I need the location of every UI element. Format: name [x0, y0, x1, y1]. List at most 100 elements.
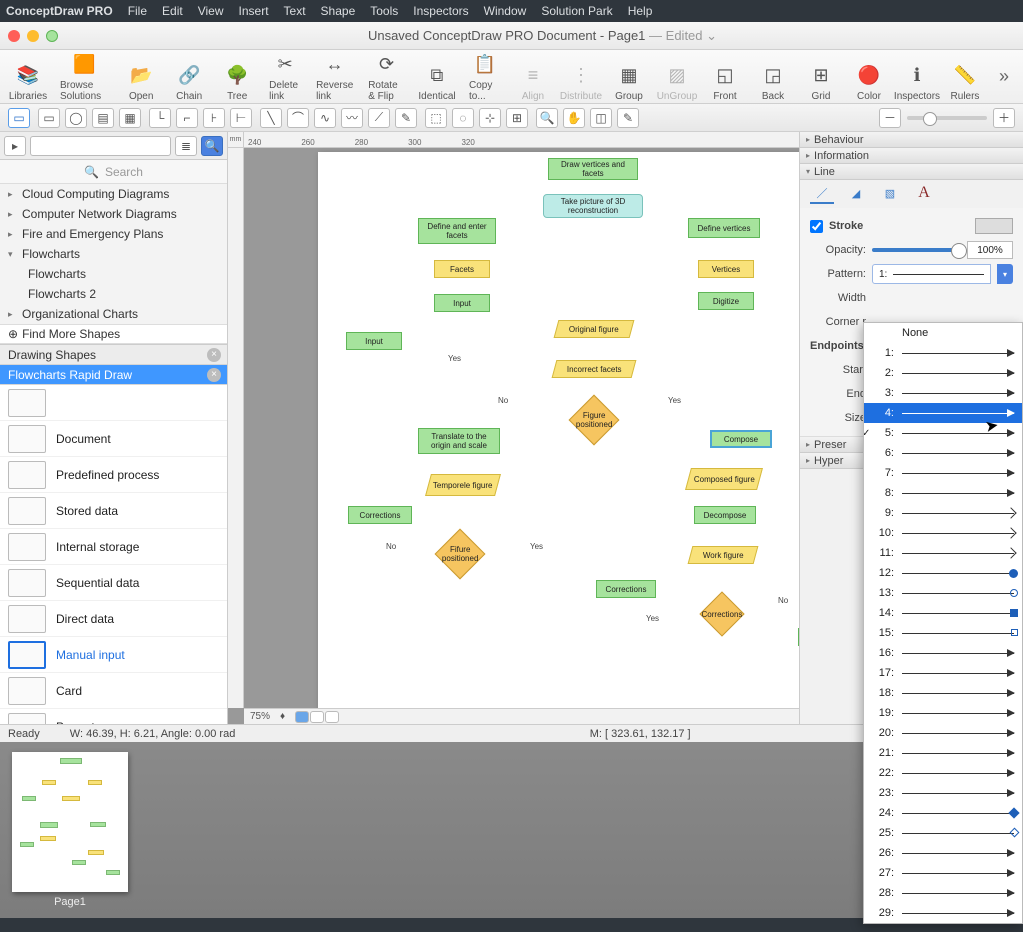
fc-node[interactable]: Vertices	[698, 260, 754, 278]
toolbar-reverse-link-button[interactable]: ↔Reverse link	[311, 52, 358, 102]
fc-node[interactable]: Input	[434, 294, 490, 312]
dropdown-option[interactable]: 6:	[864, 443, 1022, 463]
toolbar-front-button[interactable]: ◱Front	[703, 52, 747, 102]
table-tool-icon[interactable]: ▦	[119, 108, 141, 128]
shadow-tab-icon[interactable]: ▧	[878, 184, 902, 204]
menu-insert[interactable]: Insert	[239, 4, 269, 18]
toolbar-delete-link-button[interactable]: ✂Delete link	[263, 52, 307, 102]
dropdown-option[interactable]: 18:	[864, 683, 1022, 703]
library-list-icon[interactable]: ≣	[175, 136, 197, 156]
window-edited-indicator[interactable]: — Edited ⌄	[649, 28, 717, 43]
canvas-page[interactable]: Draw vertices and facets Take picture of…	[318, 152, 799, 712]
stroke-checkbox[interactable]	[810, 220, 823, 233]
menu-edit[interactable]: Edit	[162, 4, 183, 18]
tree-item[interactable]: ▸Organizational Charts	[0, 304, 227, 324]
fc-decision[interactable]: Figure positioned	[569, 395, 620, 446]
dropdown-option[interactable]: 17:	[864, 663, 1022, 683]
vertical-ruler[interactable]	[228, 148, 244, 708]
endpoint-dropdown[interactable]: None1:2:3:4:✓5:6:7:8:9:10:11:12:13:14:15…	[863, 322, 1023, 924]
fc-node[interactable]: Define and enter facets	[418, 218, 496, 244]
menu-tools[interactable]: Tools	[370, 4, 398, 18]
toolbar-identical-button[interactable]: ⧉Identical	[415, 52, 459, 102]
fc-node-selected[interactable]: Compose	[710, 430, 772, 448]
dropdown-option[interactable]: 21:	[864, 743, 1022, 763]
toolbar-inspectors-button[interactable]: ℹInspectors	[895, 52, 939, 102]
dropdown-option[interactable]: 16:	[864, 643, 1022, 663]
fill-tab-icon[interactable]: ◢	[844, 184, 868, 204]
fc-decision[interactable]: Corrections	[699, 591, 744, 636]
connector-tool-3-icon[interactable]: ⊦	[203, 108, 225, 128]
dropdown-option[interactable]: 23:	[864, 783, 1022, 803]
fc-node[interactable]: Digitize	[698, 292, 754, 310]
tree-item[interactable]: ▸Fire and Emergency Plans	[0, 224, 227, 244]
toolbar-overflow-button[interactable]: »	[991, 66, 1017, 87]
close-icon[interactable]: ×	[207, 348, 221, 362]
dropdown-option[interactable]: 1:	[864, 343, 1022, 363]
tree-item[interactable]: ▸Computer Network Diagrams	[0, 204, 227, 224]
dropdown-option[interactable]: 27:	[864, 863, 1022, 883]
connector-tool-2-icon[interactable]: ⌐	[176, 108, 198, 128]
close-icon[interactable]: ×	[207, 368, 221, 382]
fc-node[interactable]: Incorrect facets	[552, 360, 637, 378]
connector-tool-1-icon[interactable]: └	[149, 108, 171, 128]
dropdown-none[interactable]: None	[864, 323, 1022, 343]
inspector-behaviour-header[interactable]: ▸Behaviour	[800, 132, 1023, 148]
dropdown-option[interactable]: 29:	[864, 903, 1022, 923]
inspector-line-header[interactable]: ▾Line	[800, 164, 1023, 180]
dropdown-option[interactable]: 25:	[864, 823, 1022, 843]
fc-node[interactable]: Temporele figure	[425, 474, 501, 496]
library-search-icon[interactable]: 🔍	[201, 136, 223, 156]
toolbar-tree-button[interactable]: 🌳Tree	[215, 52, 259, 102]
fc-node[interactable]: Facets	[434, 260, 490, 278]
toolbar-color-button[interactable]: 🔴Color	[847, 52, 891, 102]
library-row[interactable]: Flowcharts Rapid Draw×	[0, 365, 227, 385]
shape-item[interactable]: Predefined process	[0, 457, 227, 493]
toolbar-copy-to--button[interactable]: 📋Copy to...	[463, 52, 507, 102]
fc-node[interactable]: Take picture of 3D reconstruction	[543, 194, 643, 218]
fc-node[interactable]: Translate to the origin and scale	[418, 428, 500, 454]
dropdown-option[interactable]: 24:	[864, 803, 1022, 823]
menu-shape[interactable]: Shape	[321, 4, 356, 18]
tree-item[interactable]: ▾Flowcharts	[0, 244, 227, 264]
shape-item[interactable]: Internal storage	[0, 529, 227, 565]
maximize-window-button[interactable]	[46, 30, 58, 42]
dropdown-option[interactable]: 3:	[864, 383, 1022, 403]
horizontal-ruler[interactable]: 240260280300320	[244, 132, 799, 148]
select-rect-tool-icon[interactable]: ⬚	[425, 108, 447, 128]
dropdown-option[interactable]: 28:	[864, 883, 1022, 903]
dropdown-option[interactable]: 11:	[864, 543, 1022, 563]
select-point-tool-icon[interactable]: ⊹	[479, 108, 501, 128]
pointer-tool-icon[interactable]: ▭	[8, 108, 30, 128]
toolbar-rotate-flip-button[interactable]: ⟳Rotate & Flip	[362, 52, 411, 102]
shape-item[interactable]: Paper tape	[0, 709, 227, 724]
dropdown-option[interactable]: 12:	[864, 563, 1022, 583]
line-tab-icon[interactable]: ／	[810, 184, 834, 204]
fc-node[interactable]: Original figure	[554, 320, 635, 338]
dropdown-option[interactable]: 15:	[864, 623, 1022, 643]
dropdown-option[interactable]: 10:	[864, 523, 1022, 543]
shape-item[interactable]: Stored data	[0, 493, 227, 529]
select-lasso-tool-icon[interactable]: ◌	[452, 108, 474, 128]
tree-item[interactable]: ▸Cloud Computing Diagrams	[0, 184, 227, 204]
menu-text[interactable]: Text	[284, 4, 306, 18]
pan-tool-icon[interactable]: ✋	[563, 108, 585, 128]
text-tool-icon[interactable]: ▤	[92, 108, 114, 128]
dropdown-option[interactable]: 8:	[864, 483, 1022, 503]
inspector-information-header[interactable]: ▸Information	[800, 148, 1023, 164]
bezier-tool-icon[interactable]: ⟋	[368, 108, 390, 128]
shape-item[interactable]: Document	[0, 421, 227, 457]
zoom-stepper-icon[interactable]: ♦	[280, 711, 285, 722]
fc-node[interactable]: Define vertices	[688, 218, 760, 238]
connector-tool-4-icon[interactable]: ⊢	[230, 108, 252, 128]
menu-solution-park[interactable]: Solution Park	[541, 4, 612, 18]
search-field[interactable]: 🔍 Search	[0, 160, 227, 184]
fc-node[interactable]: Draw vertices and facets	[548, 158, 638, 180]
dropdown-option[interactable]: 14:	[864, 603, 1022, 623]
fc-node[interactable]: Decompose	[694, 506, 756, 524]
fc-node[interactable]: Compose	[798, 628, 799, 646]
menu-inspectors[interactable]: Inspectors	[413, 4, 468, 18]
dropdown-option[interactable]: 22:	[864, 763, 1022, 783]
menu-view[interactable]: View	[198, 4, 224, 18]
toolbar-rulers-button[interactable]: 📏Rulers	[943, 52, 987, 102]
pattern-select-button[interactable]: ▾	[997, 264, 1013, 284]
